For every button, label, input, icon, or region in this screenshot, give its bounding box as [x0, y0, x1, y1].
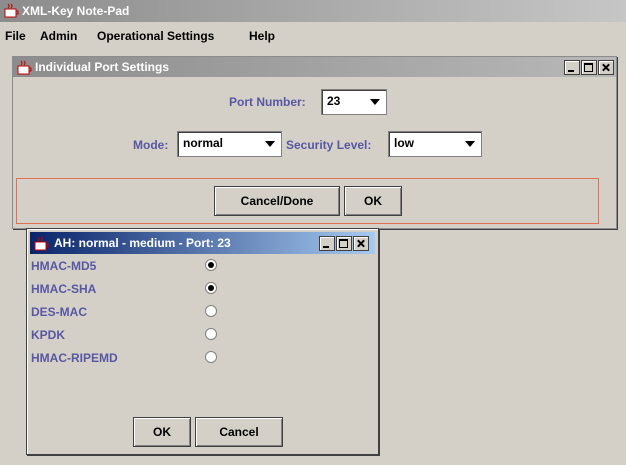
ah-cancel-button[interactable]: Cancel — [195, 417, 283, 447]
algorithm-label: DES-MAC — [31, 305, 87, 319]
mode-value: normal — [183, 136, 224, 150]
port-settings-title: Individual Port Settings — [35, 60, 170, 74]
close-icon[interactable] — [598, 60, 614, 75]
algorithm-radio[interactable] — [205, 328, 217, 340]
cancel-done-button[interactable]: Cancel/Done — [214, 186, 340, 216]
ah-window: AH: normal - medium - Port: 23 HMAC-MD5 … — [26, 228, 379, 455]
app-title: XML-Key Note-Pad — [22, 4, 130, 18]
port-settings-title-bar[interactable]: Individual Port Settings — [13, 57, 616, 77]
maximize-icon[interactable] — [336, 236, 352, 251]
dropdown-arrow-icon — [465, 141, 475, 147]
algorithm-row[interactable]: KPDK — [31, 327, 281, 345]
algorithm-radio[interactable] — [205, 282, 217, 294]
port-number-label: Port Number: — [229, 95, 306, 109]
menu-bar: File Admin Operational Settings Help — [0, 26, 626, 48]
window-controls — [318, 236, 369, 251]
port-number-value: 23 — [327, 94, 341, 108]
menu-operational-settings[interactable]: Operational Settings — [97, 29, 214, 43]
dropdown-arrow-icon — [370, 99, 380, 105]
algorithm-label: HMAC-MD5 — [31, 259, 97, 273]
algorithm-label: HMAC-RIPEMD — [31, 351, 118, 365]
ah-ok-button[interactable]: OK — [133, 417, 191, 447]
security-level-select[interactable]: low — [388, 131, 482, 157]
security-level-value: low — [394, 136, 414, 150]
java-cup-icon — [17, 60, 32, 75]
mode-select[interactable]: normal — [177, 131, 282, 157]
algorithm-radio[interactable] — [205, 259, 217, 271]
dropdown-arrow-icon — [265, 141, 275, 147]
algorithm-row[interactable]: HMAC-SHA — [31, 281, 281, 299]
algorithm-radio[interactable] — [205, 305, 217, 317]
mode-label: Mode: — [133, 138, 169, 152]
minimize-icon[interactable] — [564, 60, 580, 75]
algorithm-label: HMAC-SHA — [31, 282, 97, 296]
menu-help[interactable]: Help — [249, 29, 275, 43]
ok-button[interactable]: OK — [344, 186, 402, 216]
app-window: XML-Key Note-Pad File Admin Operational … — [0, 0, 626, 465]
menu-file[interactable]: File — [5, 29, 26, 43]
security-level-label: Security Level: — [286, 138, 372, 152]
port-number-select[interactable]: 23 — [321, 89, 387, 115]
menu-admin[interactable]: Admin — [40, 29, 77, 43]
ah-title-bar[interactable]: AH: normal - medium - Port: 23 — [30, 232, 375, 254]
close-icon[interactable] — [353, 236, 369, 251]
minimize-icon[interactable] — [319, 236, 335, 251]
algorithm-row[interactable]: HMAC-RIPEMD — [31, 350, 281, 368]
port-button-panel: Cancel/Done OK — [16, 178, 599, 224]
app-title-bar: XML-Key Note-Pad — [0, 0, 626, 22]
maximize-icon[interactable] — [581, 60, 597, 75]
algorithm-label: KPDK — [31, 328, 66, 342]
java-cup-icon — [34, 236, 49, 251]
port-settings-window: Individual Port Settings Port Number: 23… — [12, 56, 617, 229]
window-controls — [563, 60, 614, 75]
java-cup-icon — [4, 3, 19, 18]
ah-title: AH: normal - medium - Port: 23 — [54, 236, 231, 250]
algorithm-radio[interactable] — [205, 351, 217, 363]
algorithm-row[interactable]: DES-MAC — [31, 304, 281, 322]
algorithm-row[interactable]: HMAC-MD5 — [31, 258, 281, 276]
